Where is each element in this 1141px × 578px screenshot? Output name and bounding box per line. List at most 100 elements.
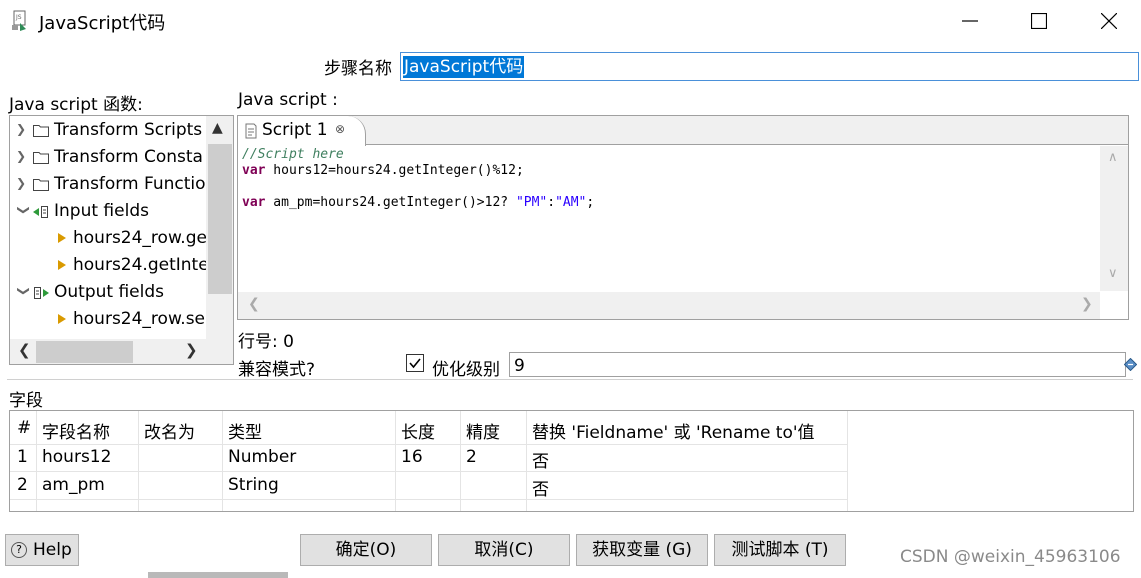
table-cell[interactable]: 否 <box>532 447 549 472</box>
table-cell[interactable]: 16 <box>401 447 423 467</box>
test-script-button[interactable]: 测试脚本 (T) <box>714 534 846 566</box>
column-divider <box>36 411 37 511</box>
step-name-input[interactable]: JavaScript代码 <box>400 52 1139 81</box>
scroll-up-icon[interactable]: ∧ <box>1108 150 1118 165</box>
scroll-left-icon[interactable]: ❮ <box>18 341 31 359</box>
get-variables-button[interactable]: 获取变量 (G) <box>576 534 708 566</box>
tree-item-label: Transform Functio <box>54 174 206 194</box>
scrollbar-thumb[interactable] <box>36 341 133 363</box>
tree-item-label: hours24.getInte <box>73 255 209 275</box>
scroll-up-icon[interactable]: ▲ <box>212 120 223 136</box>
help-button[interactable]: ? Help <box>5 534 79 566</box>
chevron-right-icon[interactable]: ❯ <box>16 149 28 165</box>
tree-item-label: Transform Scripts <box>54 120 203 140</box>
scroll-left-icon[interactable]: ❮ <box>248 296 260 312</box>
column-header[interactable]: 替换 'Fieldname' 或 'Rename to'值 <box>532 418 815 443</box>
line-number-label: 行号: 0 <box>238 332 294 352</box>
optimization-checkbox[interactable] <box>406 354 424 372</box>
scroll-right-icon[interactable]: ❯ <box>185 341 198 359</box>
table-cell[interactable]: String <box>228 475 279 495</box>
minimize-icon <box>962 20 978 22</box>
tree-horizontal-scrollbar[interactable]: ❮ ❯ <box>10 339 233 364</box>
column-divider <box>222 411 223 511</box>
column-header[interactable]: 长度 <box>401 418 435 443</box>
functions-tree[interactable]: ❯ Transform Scripts ❯ Transform Consta ❯… <box>9 115 234 365</box>
scroll-right-icon[interactable]: ❯ <box>1081 296 1093 312</box>
maximize-icon <box>1031 13 1047 29</box>
variable-diamond-icon[interactable] <box>1124 358 1137 371</box>
minimize-button[interactable] <box>935 0 1005 42</box>
row-divider <box>10 471 848 472</box>
table-cell[interactable]: 2 <box>466 447 477 467</box>
compat-mode-label: 兼容模式? <box>238 360 316 380</box>
help-label: Help <box>33 540 72 560</box>
chevron-down-icon[interactable]: ❯ <box>15 286 31 298</box>
editor-horizontal-scrollbar[interactable]: ❮ ❯ <box>238 292 1100 319</box>
table-cell[interactable]: am_pm <box>42 475 105 495</box>
close-button[interactable] <box>1074 0 1141 42</box>
column-divider <box>526 411 527 511</box>
column-divider <box>138 411 139 511</box>
editor-vertical-scrollbar[interactable]: ∧ ∨ <box>1100 146 1128 291</box>
column-header[interactable]: 精度 <box>466 418 500 443</box>
code-keyword: var <box>242 195 266 210</box>
maximize-button[interactable] <box>1004 0 1074 42</box>
taskbar-fragment <box>148 572 288 578</box>
close-tab-icon[interactable]: ⊗ <box>335 122 345 136</box>
code-text: ; <box>586 195 595 210</box>
chevron-right-icon[interactable]: ❯ <box>16 122 28 138</box>
folder-icon <box>33 152 49 164</box>
tree-item-label: Input fields <box>54 201 149 221</box>
chevron-right-icon[interactable]: ❯ <box>16 176 28 192</box>
row-divider <box>10 444 848 445</box>
watermark: CSDN @weixin_45963106 <box>900 547 1121 567</box>
optimization-label: 优化级别 <box>432 360 500 380</box>
checkmark-icon <box>409 358 421 369</box>
script-editor[interactable]: Script 1 ⊗ //Script here var hours12=hou… <box>237 115 1129 320</box>
table-cell[interactable]: 2 <box>17 475 28 495</box>
scrollbar-thumb[interactable] <box>208 144 232 294</box>
column-divider <box>460 411 461 511</box>
fields-table[interactable]: # 字段名称 改名为 类型 长度 精度 替换 'Fieldname' 或 'Re… <box>9 410 1134 512</box>
input-fields-icon <box>33 206 48 218</box>
tree-item-label: hours24_row.ge <box>73 228 207 248</box>
column-header[interactable]: 改名为 <box>144 418 195 443</box>
code-comment: //Script here <box>242 147 344 162</box>
code-text: : <box>547 195 556 210</box>
kettle-script-icon: JS <box>12 10 26 31</box>
tab-label: Script 1 <box>262 120 328 140</box>
ok-button[interactable]: 确定(O) <box>300 534 432 566</box>
column-header[interactable]: 字段名称 <box>42 418 110 443</box>
table-cell[interactable]: hours12 <box>42 447 111 467</box>
column-divider <box>395 411 396 511</box>
table-cell[interactable]: 1 <box>17 447 28 467</box>
column-divider <box>847 411 848 511</box>
code-area[interactable]: //Script here var hours12=hours24.getInt… <box>242 147 594 211</box>
optimization-level-value: 9 <box>514 356 525 376</box>
field-arrow-icon <box>58 260 66 270</box>
folder-icon <box>33 179 49 191</box>
close-icon <box>1101 13 1117 29</box>
table-cell[interactable]: 否 <box>532 475 549 500</box>
column-header[interactable]: # <box>17 418 31 438</box>
column-header[interactable]: 类型 <box>228 418 262 443</box>
chevron-down-icon[interactable]: ❯ <box>15 205 31 217</box>
tree-vertical-scrollbar[interactable]: ▲ <box>206 116 233 339</box>
title-bar: JS JavaScript代码 <box>0 0 1141 42</box>
code-string: "AM" <box>555 195 587 210</box>
script-label: Java script : <box>238 90 338 110</box>
tab-script-1[interactable]: Script 1 ⊗ <box>238 116 366 146</box>
code-string: "PM" <box>515 195 548 210</box>
help-icon: ? <box>11 542 27 558</box>
script-tabstrip: Script 1 ⊗ <box>238 116 1128 146</box>
cancel-button[interactable]: 取消(C) <box>438 534 570 566</box>
window-title: JavaScript代码 <box>39 13 166 34</box>
scroll-down-icon[interactable]: ∨ <box>1108 266 1118 281</box>
optimization-level-input[interactable]: 9 <box>509 352 1126 377</box>
step-name-value: JavaScript代码 <box>403 56 525 78</box>
step-name-label: 步骤名称 <box>324 59 392 79</box>
divider <box>7 379 1133 380</box>
table-cell[interactable]: Number <box>228 447 296 467</box>
code-text: am_pm=hours24.getInteger()>12? <box>265 195 516 210</box>
tree-item-label: Transform Consta <box>54 147 203 167</box>
